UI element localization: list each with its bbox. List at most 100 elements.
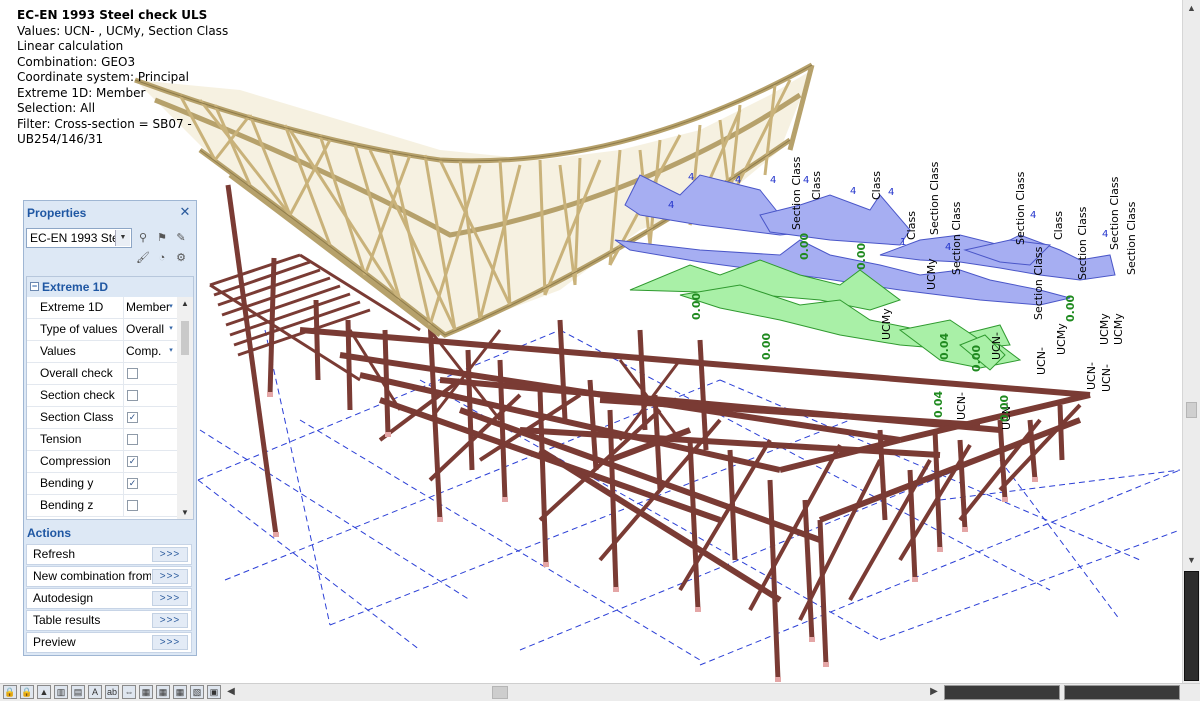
- scroll-down-icon[interactable]: ▼: [177, 508, 193, 517]
- filter-icon[interactable]: ⚑: [155, 231, 169, 245]
- table-icon[interactable]: ▦: [173, 685, 187, 699]
- property-row[interactable]: Section Class ✓: [27, 407, 177, 429]
- action-row[interactable]: Preview >>>: [26, 632, 192, 653]
- status-pane: [944, 685, 1060, 700]
- result-line: Combination: GEO3: [17, 54, 136, 69]
- property-checkbox[interactable]: [127, 368, 138, 379]
- status-pane: [1064, 685, 1180, 700]
- label-section-class: Section Class: [1108, 176, 1121, 250]
- action-run-button[interactable]: >>>: [152, 547, 188, 562]
- property-checkbox[interactable]: [127, 390, 138, 401]
- text-icon[interactable]: A: [88, 685, 102, 699]
- scale-icon[interactable]: ⇔: [122, 685, 136, 699]
- property-row[interactable]: Overall check: [27, 363, 177, 385]
- scroll-thumb[interactable]: [1186, 402, 1197, 418]
- property-select[interactable]: Comp. ▾: [126, 341, 176, 362]
- side-panel-strip[interactable]: [1184, 571, 1199, 681]
- settings-icon[interactable]: ⚙: [174, 251, 188, 265]
- value-label: 0.04: [932, 391, 945, 418]
- label-ucmy: UCMy: [925, 258, 938, 290]
- property-section-header[interactable]: − Extreme 1D: [27, 277, 193, 297]
- action-run-button[interactable]: >>>: [152, 635, 188, 650]
- grid-icon[interactable]: ▦: [139, 685, 153, 699]
- select-icon[interactable]: ⚲: [136, 231, 150, 245]
- properties-title: Properties: [27, 206, 87, 220]
- property-row[interactable]: Compression ✓: [27, 451, 177, 473]
- property-row[interactable]: Section check: [27, 385, 177, 407]
- property-row[interactable]: Tension: [27, 429, 177, 451]
- close-box-icon[interactable]: ▣: [207, 685, 221, 699]
- property-row[interactable]: Bending y ✓: [27, 473, 177, 495]
- table-icon[interactable]: ▦: [156, 685, 170, 699]
- result-line: Linear calculation: [17, 39, 124, 53]
- lock-icon[interactable]: 🔒: [20, 685, 34, 699]
- chevron-down-icon[interactable]: ▾: [167, 301, 175, 313]
- result-line: Selection: All: [17, 101, 96, 115]
- property-label: Values: [40, 341, 124, 362]
- value-label: 0.00: [1064, 295, 1077, 322]
- fill-icon[interactable]: ▤: [71, 685, 85, 699]
- scroll-left-icon[interactable]: ◀: [225, 685, 237, 699]
- property-row[interactable]: Values Comp. ▾: [27, 341, 177, 363]
- property-row[interactable]: Type of values Overall ▾: [27, 319, 177, 341]
- action-row[interactable]: New combination from... >>>: [26, 566, 192, 587]
- scroll-down-icon[interactable]: ▼: [1183, 552, 1200, 569]
- result-values-line: Values: UCN- , UCMy, Section Class: [17, 23, 229, 38]
- horizontal-scrollbar[interactable]: [238, 686, 928, 699]
- property-checkbox[interactable]: ✓: [127, 412, 138, 423]
- palette-icon[interactable]: ◔: [155, 251, 169, 265]
- property-row[interactable]: Bending z: [27, 495, 177, 517]
- service-selector[interactable]: EC-EN 1993 Steel check ULS ▼: [26, 228, 132, 248]
- action-run-button[interactable]: >>>: [152, 613, 188, 628]
- property-label: Compression: [40, 451, 124, 472]
- action-row[interactable]: Table results >>>: [26, 610, 192, 631]
- layers-icon[interactable]: ▧: [190, 685, 204, 699]
- close-icon[interactable]: ✕: [179, 205, 191, 218]
- scroll-up-icon[interactable]: ▲: [1183, 0, 1200, 17]
- brush-icon[interactable]: 🖌: [136, 251, 150, 265]
- class-number: 4: [1030, 210, 1036, 221]
- chevron-down-icon[interactable]: ▾: [167, 323, 175, 335]
- value-label: 0.00: [855, 243, 868, 270]
- result-line: Filter: Cross-section = SB07 -: [17, 116, 192, 131]
- scroll-thumb[interactable]: [181, 321, 189, 355]
- property-grid: − Extreme 1D Extreme 1D Member ▾ Type of va…: [26, 276, 194, 520]
- property-checkbox[interactable]: ✓: [127, 456, 138, 467]
- class-number: 1: [900, 237, 906, 248]
- bottom-toolbar: 🔒 🔒 ▲ ▥ ▤ Aab ⇔ ▦ ▦ ▦ ▧ ▣ ◀ ▶: [0, 683, 1200, 701]
- chevron-down-icon[interactable]: ▼: [115, 230, 130, 246]
- property-checkbox[interactable]: ✓: [127, 478, 138, 489]
- class-number: 4: [850, 186, 856, 197]
- class-number: 4: [688, 172, 694, 183]
- chevron-down-icon[interactable]: ▾: [167, 345, 175, 357]
- collapse-icon[interactable]: −: [30, 282, 39, 291]
- scroll-right-icon[interactable]: ▶: [928, 685, 940, 699]
- property-select[interactable]: Overall ▾: [126, 319, 176, 340]
- property-checkbox[interactable]: [127, 434, 138, 445]
- property-select[interactable]: Member ▾: [126, 297, 176, 318]
- property-checkbox[interactable]: [127, 500, 138, 511]
- value-label: 0.04: [938, 333, 951, 360]
- label-ucn: UCN-: [1085, 362, 1098, 390]
- property-label: Bending y: [40, 473, 124, 494]
- property-row[interactable]: Extreme 1D Member ▾: [27, 297, 177, 319]
- property-section-label: Extreme 1D: [42, 280, 109, 294]
- label-section-class: Section Class: [1125, 201, 1138, 275]
- property-label: Section check: [40, 385, 124, 406]
- action-run-button[interactable]: >>>: [152, 591, 188, 606]
- font-icon[interactable]: ab: [105, 685, 119, 699]
- action-row[interactable]: Refresh >>>: [26, 544, 192, 565]
- pin-icon[interactable]: ▲: [37, 685, 51, 699]
- action-row[interactable]: Autodesign >>>: [26, 588, 192, 609]
- pencil-icon[interactable]: ✎: [174, 231, 188, 245]
- scroll-thumb[interactable]: [492, 686, 508, 699]
- property-grid-scrollbar[interactable]: ▲ ▼: [177, 297, 193, 519]
- property-value: Comp.: [126, 344, 162, 358]
- class-number: 4: [888, 187, 894, 198]
- model-viewport[interactable]: Section Class Class Class Class Section …: [0, 0, 1182, 683]
- scroll-up-icon[interactable]: ▲: [177, 299, 193, 308]
- vertical-scrollbar[interactable]: ▲ ▼: [1182, 0, 1200, 683]
- chart-icon[interactable]: ▥: [54, 685, 68, 699]
- action-run-button[interactable]: >>>: [152, 569, 188, 584]
- lock-icon[interactable]: 🔒: [3, 685, 17, 699]
